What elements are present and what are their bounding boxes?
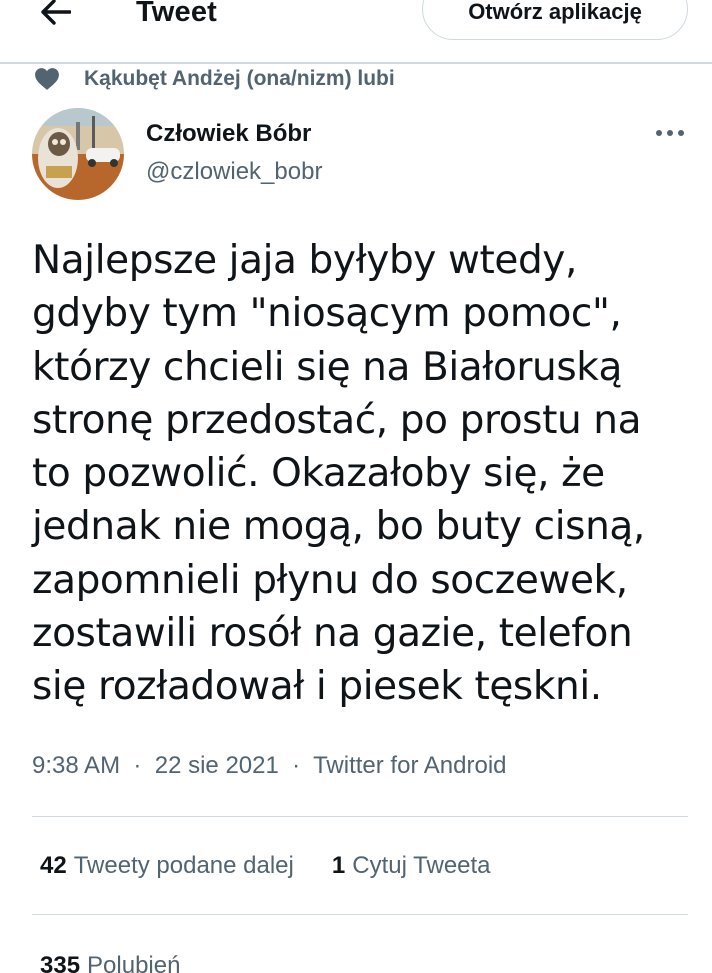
divider [32, 816, 688, 817]
retweets-count: 42 [40, 852, 67, 879]
tweet-text-line: stronę przedostać, po prostu na [32, 397, 642, 443]
meta-separator: · [285, 752, 307, 779]
open-app-button[interactable]: Otwórz aplikację [422, 0, 688, 40]
more-button[interactable] [650, 118, 690, 148]
back-button[interactable] [36, 0, 76, 30]
heart-icon [34, 66, 62, 92]
tweet-text-line: Najlepsze jaja byłyby wtedy, [32, 238, 577, 283]
meta-separator: · [126, 752, 149, 779]
tweet-source[interactable]: Twitter for Android [313, 752, 506, 779]
tweet-text-line: zapomnieli płynu do soczewek, [32, 557, 628, 603]
tweet-page: Tweet Otwórz aplikację Kąkubęt Andżej (o… [0, 0, 712, 973]
retweets-label: Tweety podane dalej [73, 852, 294, 879]
quotes-stat[interactable]: 1 Cytuj Tweeta [332, 852, 491, 880]
tweet-time[interactable]: 9:38 AM [32, 752, 120, 779]
likes-stat[interactable]: 335 Polubień [40, 952, 180, 973]
tweet-text-line: zostawili rosół na gazie, telefon [32, 611, 633, 657]
tweet-text: Najlepsze jaja byłyby wtedy, gdyby tym "… [32, 234, 692, 714]
tweet-text-line: jednak nie mogą, bo buty cisną, [32, 504, 645, 550]
page-title: Tweet [136, 0, 218, 28]
divider [32, 914, 688, 915]
retweets-stat[interactable]: 42 Tweety podane dalej [40, 852, 294, 880]
quotes-label: Cytuj Tweeta [352, 852, 491, 879]
top-bar: Tweet Otwórz aplikację [0, 0, 712, 64]
author-handle[interactable]: @czlowiek_bobr [146, 158, 322, 186]
social-context: Kąkubęt Andżej (ona/nizm) lubi [34, 64, 395, 94]
tweet-date[interactable]: 22 sie 2021 [155, 752, 279, 779]
tweet-text-line: gdyby tym "niosącym pomoc", [32, 291, 622, 337]
avatar[interactable] [32, 108, 124, 200]
tweet-text-line: to pozwolić. Okazałoby się, że [32, 451, 605, 497]
more-dots-icon [656, 130, 684, 136]
social-context-text[interactable]: Kąkubęt Andżej (ona/nizm) lubi [84, 67, 395, 91]
quotes-count: 1 [331, 852, 346, 879]
engagement-stats: 42 Tweety podane dalej 1 Cytuj Tweeta [40, 852, 491, 880]
tweet-metadata: 9:38 AM · 22 sie 2021 · Twitter for Andr… [32, 752, 507, 780]
author-name[interactable]: Człowiek Bóbr [146, 120, 311, 148]
tweet-text-line: którzy chcieli się na Białoruską [32, 344, 622, 390]
likes-label: Polubień [87, 952, 181, 973]
arrow-left-icon [41, 0, 71, 25]
tweet-text-line: się rozładował i piesek tęskni. [32, 664, 602, 710]
likes-count: 335 [40, 952, 81, 973]
